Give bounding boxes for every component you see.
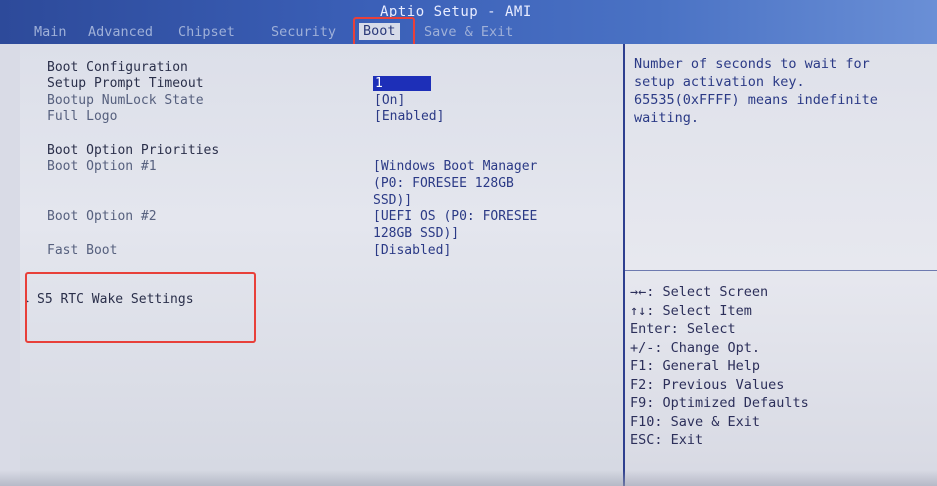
key-select-screen: →←: Select Screen <box>630 284 769 300</box>
help-line: 65535(0xFFFF) means indefinite <box>634 92 878 108</box>
tab-boot[interactable]: Boot <box>359 23 400 40</box>
s5-rtc-wake-settings-item[interactable]: S5 RTC Wake Settings <box>37 292 194 307</box>
submenu-arrow-icon: ▸ <box>24 296 31 307</box>
key-select-item: ↑↓: Select Item <box>630 302 752 319</box>
boot-option-1-value-line[interactable]: [Windows Boot Manager <box>373 159 537 175</box>
help-description: Number of seconds to wait for setup acti… <box>634 55 934 127</box>
page-title: Aptio Setup - AMI <box>380 4 532 20</box>
key-previous-values: F2: Previous Values <box>630 376 785 393</box>
bios-screen: Aptio Setup - AMI Main Advanced Chipset … <box>0 0 937 486</box>
tab-bar: Main Advanced Chipset Security Boot Save… <box>0 22 937 42</box>
key-change-opt: +/-: Change Opt. <box>630 339 761 356</box>
key-save-exit: F10: Save & Exit <box>630 413 761 430</box>
setup-prompt-timeout-label[interactable]: Setup Prompt Timeout <box>47 76 204 91</box>
boot-option-2-label[interactable]: Boot Option #2 <box>47 209 157 224</box>
key-optimized-defaults: F9: Optimized Defaults <box>630 395 809 411</box>
tab-advanced[interactable]: Advanced <box>88 24 153 40</box>
key-esc-exit: ESC: Exit <box>630 432 704 448</box>
boot-option-2-value-line[interactable]: 128GB SSD)] <box>373 226 459 242</box>
bottom-edge <box>0 470 937 486</box>
boot-configuration-heading: Boot Configuration <box>47 60 188 75</box>
tab-main[interactable]: Main <box>34 24 67 40</box>
help-line: setup activation key. <box>634 74 805 90</box>
bootup-numlock-label[interactable]: Bootup NumLock State <box>47 93 204 108</box>
key-enter-select: Enter: Select <box>630 321 736 337</box>
key-general-help: F1: General Help <box>630 358 761 374</box>
full-logo-label[interactable]: Full Logo <box>47 109 117 124</box>
boot-option-1-value-line[interactable]: (P0: FORESEE 128GB <box>373 176 514 192</box>
full-logo-value[interactable]: [Enabled] <box>374 109 444 125</box>
boot-option-2-value-line[interactable]: [UEFI OS (P0: FORESEE <box>373 209 537 225</box>
key-legend: →←: Select Screen ↑↓: Select Item Enter:… <box>630 283 809 450</box>
help-separator <box>625 270 937 271</box>
fast-boot-value[interactable]: [Disabled] <box>373 243 451 259</box>
help-line: Number of seconds to wait for <box>634 56 870 72</box>
bootup-numlock-value[interactable]: [On] <box>374 93 405 109</box>
header-bar: Aptio Setup - AMI Main Advanced Chipset … <box>0 0 937 44</box>
help-line: waiting. <box>634 110 700 126</box>
boot-option-1-label[interactable]: Boot Option #1 <box>47 159 157 174</box>
tab-save-exit[interactable]: Save & Exit <box>424 24 513 40</box>
setup-prompt-timeout-value[interactable]: 1 <box>373 76 431 91</box>
boot-option-1-value-line[interactable]: SSD)] <box>373 193 412 209</box>
tab-chipset[interactable]: Chipset <box>178 24 235 40</box>
boot-option-priorities-heading: Boot Option Priorities <box>47 143 220 158</box>
tab-security[interactable]: Security <box>271 24 336 40</box>
fast-boot-label[interactable]: Fast Boot <box>47 243 117 258</box>
